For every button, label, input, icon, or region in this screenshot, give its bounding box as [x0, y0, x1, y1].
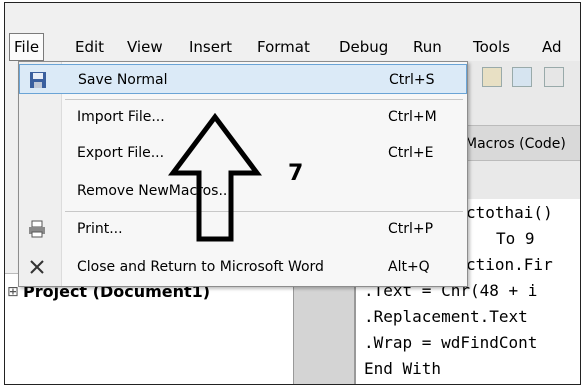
shortcut-label: Alt+Q [388, 259, 430, 275]
close-icon [30, 260, 44, 274]
menu-bar: File Edit View Insert Format Debug Run T… [5, 27, 580, 61]
code-line: End With [364, 359, 442, 378]
toolbar [460, 63, 580, 93]
floppy-disk-icon [30, 72, 46, 88]
code-line: .Replacement.Text [364, 307, 528, 326]
code-line: .Wrap = wdFindCont [364, 333, 538, 352]
step-number: 7 [288, 161, 304, 186]
design-mode-icon[interactable] [482, 67, 502, 87]
code-line: ction.Fir [466, 255, 553, 274]
printer-icon [29, 220, 45, 238]
menu-view[interactable]: View [125, 35, 165, 59]
annotation-up-arrow-icon [168, 113, 262, 242]
menu-item-save-normal[interactable]: Save Normal Ctrl+S [19, 64, 467, 94]
expand-icon[interactable]: ⊞ [7, 284, 19, 300]
menu-file[interactable]: File [9, 33, 45, 61]
shortcut-label: Ctrl+E [388, 145, 434, 161]
menu-insert[interactable]: Insert [187, 35, 234, 59]
menu-item-label: Close and Return to Microsoft Word [77, 259, 324, 275]
menu-separator [65, 99, 463, 100]
shortcut-label: Ctrl+P [388, 221, 434, 237]
menu-edit[interactable]: Edit [73, 35, 106, 59]
code-window-title[interactable]: Macros (Code) [457, 125, 580, 161]
project-explorer-icon[interactable] [512, 67, 532, 87]
properties-icon[interactable] [544, 67, 564, 87]
splitter[interactable] [293, 273, 355, 384]
shortcut-label: Ctrl+S [389, 72, 435, 88]
code-line: To 9 [496, 229, 535, 248]
menu-debug[interactable]: Debug [337, 35, 390, 59]
menu-item-close-and-return[interactable]: Close and Return to Microsoft Word Alt+Q [19, 252, 467, 282]
menu-addins[interactable]: Ad [540, 35, 564, 59]
shortcut-label: Ctrl+M [388, 109, 437, 125]
code-line: ctothai() [466, 203, 553, 222]
menu-item-label: Save Normal [78, 72, 168, 88]
menu-item-label: Print... [77, 221, 123, 237]
menu-item-label: Import File... [77, 109, 165, 125]
menu-item-label: Export File... [77, 145, 165, 161]
menu-format[interactable]: Format [255, 35, 312, 59]
vba-editor-window: File Edit View Insert Format Debug Run T… [4, 2, 581, 385]
menu-run[interactable]: Run [411, 35, 444, 59]
menu-tools[interactable]: Tools [471, 35, 512, 59]
